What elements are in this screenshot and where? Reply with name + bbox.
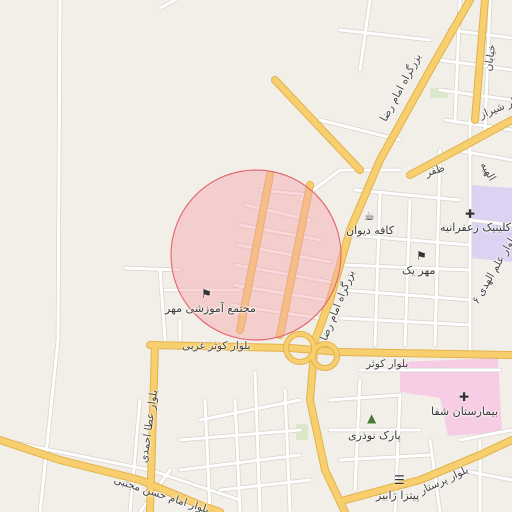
medical-cross-icon[interactable]: ✚ (465, 208, 475, 220)
school-icon[interactable]: ⚑ (416, 250, 427, 262)
poi-label-pizza[interactable]: پیتزا ژابیز (376, 490, 419, 502)
poi-label-hospital[interactable]: بیمارستان شفا (431, 406, 498, 418)
school-icon[interactable]: ⚑ (201, 288, 212, 300)
cafe-icon[interactable]: ☕ (364, 210, 375, 222)
medical-cross-icon[interactable]: ✚ (459, 391, 469, 403)
map-tiles (0, 0, 512, 512)
road-label-kowsar: بلوار کوثر (366, 358, 409, 370)
tree-icon[interactable]: ▲ (367, 412, 376, 424)
poi-label-clinic[interactable]: کلینیک زعفرانیه (440, 222, 511, 234)
poi-label-school[interactable]: مجتمع آموزشی مهر (165, 303, 256, 315)
road-label-kowsar-west: بلوار کوثر غربی (182, 340, 251, 352)
poi-label-park[interactable]: پارک نوذری (348, 430, 401, 442)
map-view[interactable]: بزرگراه امام رضا بزرگراه امام رضا بلوار … (0, 0, 512, 512)
poi-label-mehr[interactable]: مهر یک (402, 265, 435, 277)
poi-label-cafe[interactable]: کافه دیوان (346, 225, 394, 237)
fast-food-icon[interactable]: ☰ (394, 474, 405, 486)
